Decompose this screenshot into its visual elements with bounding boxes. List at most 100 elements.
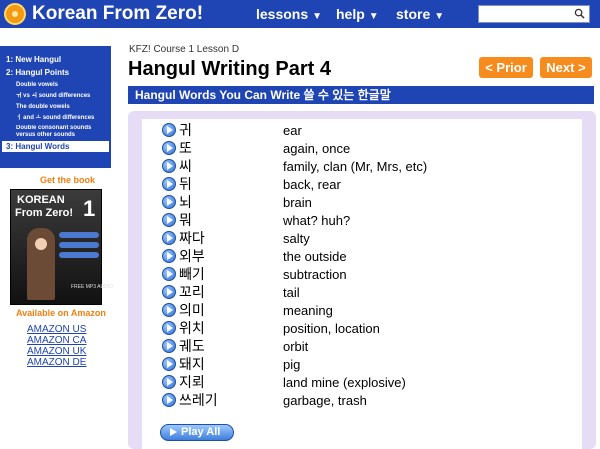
hangul-word: 궤도 xyxy=(179,338,205,354)
list-item: 꼬리 tail xyxy=(162,284,572,302)
play-icon[interactable] xyxy=(162,339,176,353)
search-icon[interactable] xyxy=(574,8,585,19)
word-meaning: again, once xyxy=(283,141,351,156)
list-item: 귀 ear xyxy=(162,122,572,140)
list-item: 궤도 orbit xyxy=(162,338,572,356)
cover-tag xyxy=(59,252,99,258)
sidebar-item-double-consonants[interactable]: Double consonant sounds versus other sou… xyxy=(2,125,109,139)
word-meaning: land mine (explosive) xyxy=(283,375,406,390)
word-meaning: brain xyxy=(283,195,312,210)
word-meaning: what? huh? xyxy=(283,213,351,228)
hangul-word: 또 xyxy=(179,140,192,156)
word-meaning: salty xyxy=(283,231,310,246)
word-meaning: ear xyxy=(283,123,302,138)
play-icon[interactable] xyxy=(162,375,176,389)
hangul-word: 귀 xyxy=(179,122,192,138)
play-all-label: Play All xyxy=(181,426,221,438)
play-icon[interactable] xyxy=(162,321,176,335)
list-item: 외부 the outside xyxy=(162,248,572,266)
nav-help[interactable]: help ▼ xyxy=(336,6,379,25)
word-meaning: orbit xyxy=(283,339,309,354)
amazon-uk-link[interactable]: AMAZON UK xyxy=(27,346,86,357)
play-icon[interactable] xyxy=(162,177,176,191)
hangul-word: 쓰레기 xyxy=(179,392,218,408)
list-item: 돼지 pig xyxy=(162,356,572,374)
hangul-word: 뭐 xyxy=(179,212,192,228)
list-item: 의미 meaning xyxy=(162,302,572,320)
list-item: 짜다 salty xyxy=(162,230,572,248)
amazon-ca-link[interactable]: AMAZON CA xyxy=(27,335,86,346)
hangul-word: 위치 xyxy=(179,320,205,336)
list-item: 쓰레기 garbage, trash xyxy=(162,392,572,410)
cover-title-line2: From Zero! xyxy=(15,207,74,219)
cover-title-line1: KOREAN xyxy=(17,194,65,206)
cover-tag xyxy=(59,242,99,248)
sidebar-item-eo-o-differences[interactable]: ㅓ and ㅗ sound differences xyxy=(2,114,109,122)
lesson-sidebar: 1: New Hangul 2: Hangul Points Double vo… xyxy=(0,46,111,168)
list-item: 위치 position, location xyxy=(162,320,572,338)
prior-button[interactable]: < Prior xyxy=(479,57,533,78)
logo-icon[interactable] xyxy=(4,3,26,25)
book-cover-image[interactable]: KOREAN From Zero! 1 FREE MP3 AUDIO xyxy=(10,189,113,305)
list-item: 뇌 brain xyxy=(162,194,572,212)
word-meaning: family, clan (Mr, Mrs, etc) xyxy=(283,159,428,174)
amazon-de-link[interactable]: AMAZON DE xyxy=(27,357,86,368)
nav-store[interactable]: store ▼ xyxy=(396,6,444,25)
list-item: 또 again, once xyxy=(162,140,572,158)
play-icon[interactable] xyxy=(162,393,176,407)
chevron-down-icon: ▼ xyxy=(312,11,323,22)
hangul-word: 빼기 xyxy=(179,266,205,282)
chevron-down-icon: ▼ xyxy=(434,11,445,22)
cover-volume-number: 1 xyxy=(83,196,96,221)
play-icon[interactable] xyxy=(162,141,176,155)
play-icon xyxy=(170,428,177,436)
get-the-book-label[interactable]: Get the book xyxy=(40,175,95,185)
breadcrumb: KFZ! Course 1 Lesson D xyxy=(129,44,240,55)
next-button[interactable]: Next > xyxy=(540,57,592,78)
search-input[interactable] xyxy=(478,5,590,23)
sidebar-item-double-vowels[interactable]: Double vowels xyxy=(2,81,109,89)
top-nav-bar: Korean From Zero! lessons ▼ help ▼ store ▼ xyxy=(0,0,600,28)
play-all-button[interactable]: Play All xyxy=(160,424,234,441)
sidebar-item-hangul-points[interactable]: 2: Hangul Points xyxy=(2,67,109,78)
list-item: 지뢰 land mine (explosive) xyxy=(162,374,572,392)
nav-help-label: help xyxy=(336,6,365,22)
hangul-word: 뇌 xyxy=(179,194,192,210)
play-icon[interactable] xyxy=(162,357,176,371)
hangul-word: 씨 xyxy=(179,158,192,174)
hangul-word: 짜다 xyxy=(179,230,205,246)
word-meaning: garbage, trash xyxy=(283,393,367,408)
play-icon[interactable] xyxy=(162,213,176,227)
chevron-down-icon: ▼ xyxy=(368,11,379,22)
nav-lessons-label: lessons xyxy=(256,6,309,22)
sidebar-item-the-double-vowels[interactable]: The double vowels xyxy=(2,103,109,111)
nav-store-label: store xyxy=(396,6,431,22)
hangul-word: 외부 xyxy=(179,248,205,264)
play-icon[interactable] xyxy=(162,231,176,245)
book-promo: Get the book KOREAN From Zero! 1 FREE MP… xyxy=(10,175,113,370)
word-meaning: position, location xyxy=(283,321,380,336)
play-icon[interactable] xyxy=(162,123,176,137)
sidebar-item-hangul-words[interactable]: 3: Hangul Words xyxy=(2,141,109,152)
play-icon[interactable] xyxy=(162,285,176,299)
cover-audio-label: FREE MP3 AUDIO xyxy=(71,284,113,290)
play-icon[interactable] xyxy=(162,267,176,281)
hangul-word: 꼬리 xyxy=(179,284,205,300)
hangul-word: 돼지 xyxy=(179,356,205,372)
sidebar-item-new-hangul[interactable]: 1: New Hangul xyxy=(2,54,109,65)
word-list-panel: 귀 ear 또 again, once 씨 family, clan (Mr, … xyxy=(128,111,596,449)
play-icon[interactable] xyxy=(162,159,176,173)
play-icon[interactable] xyxy=(162,195,176,209)
site-title[interactable]: Korean From Zero! xyxy=(32,3,203,25)
play-icon[interactable] xyxy=(162,303,176,317)
sidebar-item-wi-oe-differences[interactable]: ㅟ vs ㅚ sound differences xyxy=(2,92,109,100)
word-meaning: pig xyxy=(283,357,301,372)
hangul-word: 뒤 xyxy=(179,176,192,192)
word-meaning: the outside xyxy=(283,249,347,264)
nav-lessons[interactable]: lessons ▼ xyxy=(256,6,322,25)
word-meaning: back, rear xyxy=(283,177,341,192)
play-icon[interactable] xyxy=(162,249,176,263)
amazon-us-link[interactable]: AMAZON US xyxy=(27,324,86,335)
word-meaning: tail xyxy=(283,285,300,300)
hangul-word: 지뢰 xyxy=(179,374,205,390)
